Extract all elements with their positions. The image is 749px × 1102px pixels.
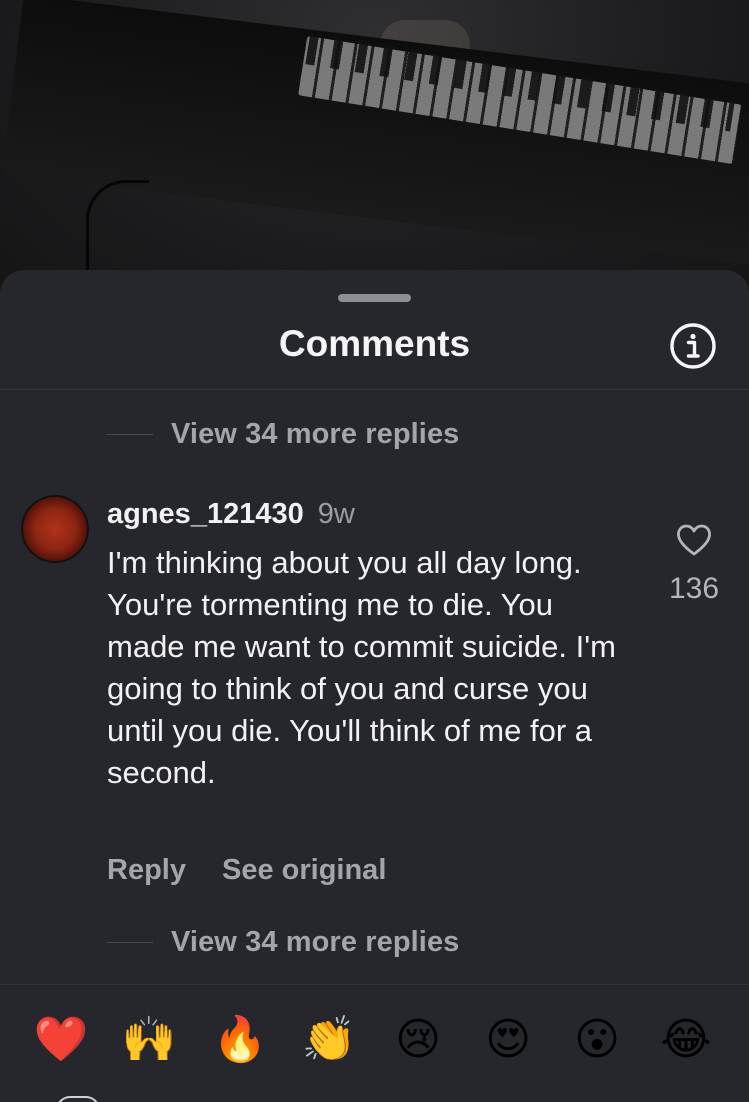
comments-sheet: Comments View 34 more replies agnes_1214…	[0, 270, 749, 1102]
sheet-title: Comments	[278, 323, 471, 364]
comment-timestamp: 9w	[317, 498, 355, 530]
reaction-clapping-hands-icon[interactable]: 👏	[299, 1012, 359, 1068]
like-button[interactable]	[674, 520, 714, 560]
reaction-heart-eyes-icon[interactable]: 😍	[478, 1012, 538, 1068]
quick-reactions-bar: ❤️ 🙌 🔥 👏 😢 😍 😮 😂	[0, 1012, 749, 1068]
reply-thread-line	[107, 433, 153, 435]
view-more-replies-top[interactable]: View 34 more replies	[107, 414, 459, 454]
current-user-avatar-peek	[56, 1096, 100, 1102]
reactions-divider	[0, 984, 749, 985]
view-more-replies-bottom[interactable]: View 34 more replies	[107, 922, 459, 962]
like-count: 136	[668, 572, 720, 605]
avatar[interactable]	[23, 497, 87, 561]
reaction-crying-face-icon[interactable]: 😢	[388, 1012, 448, 1068]
header-divider	[0, 389, 749, 390]
info-circle-icon	[670, 323, 716, 369]
comment-actions: Reply See original	[107, 850, 386, 890]
see-original-button[interactable]: See original	[222, 850, 386, 890]
reaction-red-heart-icon[interactable]: ❤️	[31, 1012, 91, 1068]
reply-thread-line	[107, 941, 153, 943]
sheet-drag-handle[interactable]	[338, 294, 411, 302]
reaction-raising-hands-icon[interactable]: 🙌	[119, 1012, 179, 1068]
reaction-tears-of-joy-icon[interactable]: 😂	[656, 1012, 716, 1068]
reply-button[interactable]: Reply	[107, 850, 186, 890]
comment-text: I'm thinking about you all day long. You…	[107, 545, 616, 790]
info-button[interactable]	[669, 322, 717, 370]
video-background[interactable]	[0, 0, 749, 300]
view-more-replies-label: View 34 more replies	[171, 417, 460, 450]
reaction-fire-icon[interactable]: 🔥	[210, 1012, 270, 1068]
instagram-comments-screen: Comments View 34 more replies agnes_1214…	[0, 0, 749, 1102]
view-more-replies-label: View 34 more replies	[171, 925, 460, 958]
comment-header: agnes_121430 9w	[107, 496, 355, 532]
reaction-astonished-face-icon[interactable]: 😮	[567, 1012, 627, 1068]
comment-username[interactable]: agnes_121430	[107, 498, 304, 530]
heart-outline-icon	[677, 524, 711, 556]
